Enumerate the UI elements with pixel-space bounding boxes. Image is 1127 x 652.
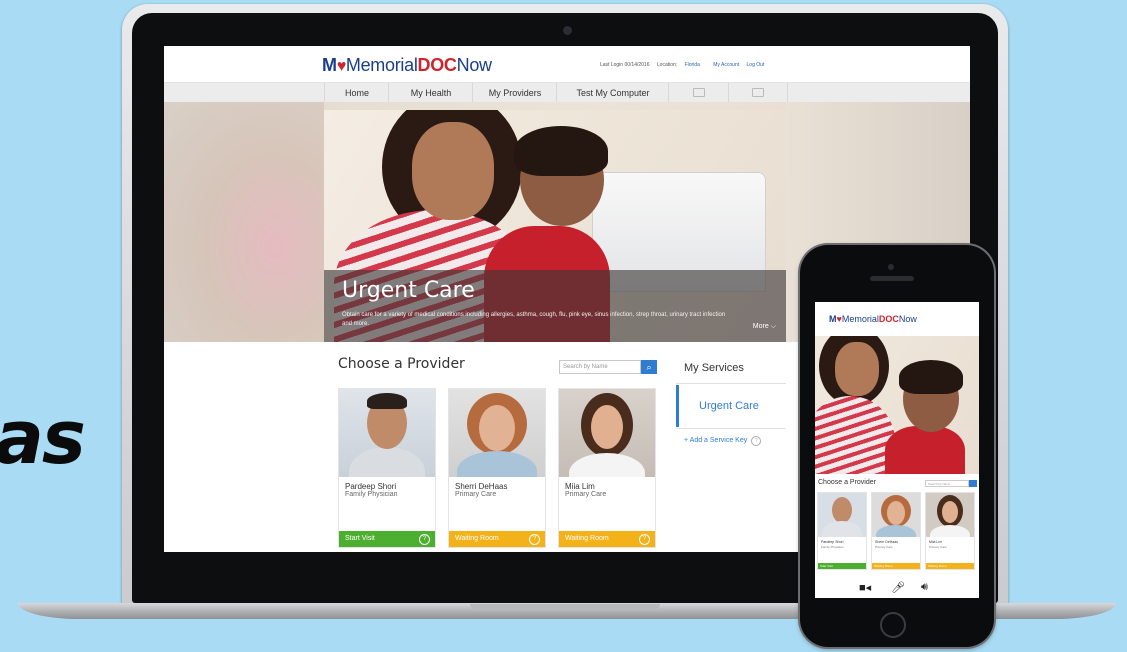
hero-title: Urgent Care [342, 278, 475, 303]
my-services-panel: My Services Urgent Care + Add a Service … [676, 354, 786, 552]
mail-icon [752, 88, 764, 97]
provider-name: Pardeep Shori [345, 482, 397, 491]
search-button[interactable]: ⌕ [641, 360, 657, 374]
nav-calendar[interactable] [668, 83, 729, 103]
help-icon: ? [639, 534, 650, 545]
provider-role: Family Physician [345, 491, 398, 498]
laptop-camera [563, 26, 572, 35]
phone-speaker [870, 276, 914, 281]
logo-now: Now [456, 55, 492, 75]
provider-search-input[interactable]: Search by Name [559, 360, 641, 374]
main-nav: Home My Health My Providers Test My Comp… [164, 82, 970, 103]
hero-blur-left [164, 102, 324, 342]
waiting-room-button[interactable]: Waiting Room? [559, 531, 655, 547]
phone-logo[interactable]: M♥MemorialDOCNow [829, 314, 917, 324]
help-icon: ? [419, 534, 430, 545]
logo-doc: DOC [417, 55, 457, 75]
help-icon[interactable]: ? [751, 436, 762, 446]
service-item-urgent-care[interactable]: Urgent Care [676, 385, 786, 427]
calendar-icon [693, 88, 705, 97]
provider-photo [559, 389, 655, 477]
top-bar: M♥MemorialDOCNow Last Login 00/14/2016 L… [164, 46, 970, 82]
laptop-base-notch [470, 604, 660, 609]
my-services-title: My Services [684, 362, 744, 374]
speaker-icon[interactable]: 🔊︎ [921, 581, 928, 594]
background-partial-text: as [0, 395, 86, 481]
heart-icon: ♥ [336, 58, 347, 75]
location-label: Location: Florida [656, 62, 700, 68]
nav-messages[interactable] [728, 83, 788, 103]
hero-caption: Urgent Care Obtain care for a variety of… [324, 270, 786, 342]
provider-photo [339, 389, 435, 477]
microphone-icon[interactable]: 🎤︎ [891, 581, 905, 594]
search-icon: ⌕ [646, 362, 652, 372]
waiting-room-button[interactable]: Waiting Room? [449, 531, 545, 547]
video-camera-icon[interactable]: ■◂ [859, 581, 871, 594]
start-visit-button[interactable]: Start Visit? [339, 531, 435, 547]
provider-name: Sherri DeHaas [455, 482, 508, 491]
phone-call-controls: ■◂ 🎤︎ 🔊︎ [815, 576, 979, 598]
top-links: Last Login 00/14/2016 Location: Florida … [600, 62, 770, 68]
phone-hero-photo [815, 336, 979, 474]
nav-test-my-computer[interactable]: Test My Computer [556, 83, 669, 103]
hero-description: Obtain care for a variety of medical con… [342, 312, 726, 327]
location-link[interactable]: Florida [685, 62, 700, 68]
phone-camera [888, 264, 894, 270]
help-icon: ? [529, 534, 540, 545]
phone-waiting-room-button[interactable]: Waiting Room [872, 563, 920, 569]
service-item-label: Urgent Care [699, 400, 759, 412]
log-out-link[interactable]: Log Out [747, 62, 765, 68]
phone-provider-card[interactable]: Pardeep Shori Family Physician Start Vis… [817, 492, 867, 570]
provider-card[interactable]: Miia Lim Primary Care Waiting Room? [558, 388, 656, 548]
hero-more-link[interactable]: More ⌵ [753, 323, 776, 331]
logo-mo: M [322, 55, 337, 75]
choose-provider-title: Choose a Provider [338, 356, 465, 372]
memorialdocnow-logo[interactable]: M♥MemorialDOCNow [322, 55, 492, 76]
my-account-link[interactable]: My Account [713, 62, 739, 68]
provider-role: Primary Care [455, 491, 497, 498]
nav-my-providers[interactable]: My Providers [472, 83, 557, 103]
add-service-key-link[interactable]: + Add a Service Key? [684, 436, 762, 446]
nav-my-health[interactable]: My Health [388, 83, 473, 103]
phone-home-button[interactable] [880, 612, 906, 638]
phone-waiting-room-button[interactable]: Waiting Room [926, 563, 974, 569]
last-login-text: Last Login 00/14/2016 [600, 62, 650, 68]
nav-home[interactable]: Home [324, 83, 389, 103]
phone-choose-provider-title: Choose a Provider [818, 479, 876, 486]
phone-provider-card[interactable]: Miia Lim Primary Care Waiting Room [925, 492, 975, 570]
phone-search-button[interactable] [969, 480, 977, 487]
provider-photo [449, 389, 545, 477]
phone-search-input[interactable]: Search by Name [925, 480, 969, 487]
provider-role: Primary Care [565, 491, 607, 498]
logo-memorial: Memorial [345, 55, 418, 75]
phone-screen: M♥MemorialDOCNow Choose a Provider Searc… [815, 302, 979, 598]
provider-card[interactable]: Pardeep Shori Family Physician Start Vis… [338, 388, 436, 548]
phone-provider-card[interactable]: Sherri DeHaas Primary Care Waiting Room [871, 492, 921, 570]
phone-start-visit-button[interactable]: Start Visit [818, 563, 866, 569]
provider-name: Miia Lim [565, 482, 595, 491]
provider-card[interactable]: Sherri DeHaas Primary Care Waiting Room? [448, 388, 546, 548]
